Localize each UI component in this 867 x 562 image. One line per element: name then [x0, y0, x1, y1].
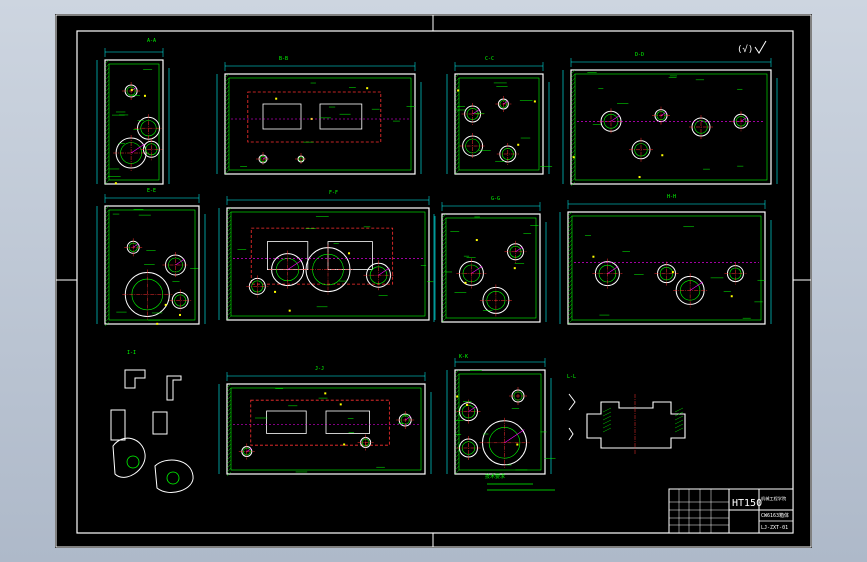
view-label: D-D — [635, 52, 644, 58]
detail-b — [166, 375, 182, 401]
marker — [343, 443, 346, 446]
view-label: A-A — [147, 38, 156, 44]
drawing-number-text: LJ-ZXT-01 — [761, 525, 788, 531]
roughness-text: (√) — [737, 44, 753, 55]
section-view-2 — [216, 62, 422, 175]
leader-line — [287, 259, 303, 270]
marker — [348, 252, 351, 255]
marker — [143, 94, 146, 97]
section-view-9 — [218, 372, 432, 477]
part-outline — [104, 59, 164, 185]
tech-note-label: 技术要求 — [485, 473, 505, 480]
marker — [275, 97, 278, 100]
drawing-canvas[interactable]: A-A B-B C-C D-D E-E F-F G-G H-H I-I J-J K-K L-L 技术要… — [55, 14, 812, 548]
section-view-5 — [96, 194, 206, 327]
detail-g — [568, 393, 576, 411]
detail-a — [124, 369, 146, 389]
marker — [130, 88, 133, 91]
drawing-sheet[interactable]: A-A B-B C-C D-D E-E F-F G-G H-H I-I J-J K-K L-L 技术要… — [55, 14, 812, 548]
marker — [513, 267, 516, 270]
marker — [475, 239, 478, 242]
view-label: K-K — [459, 354, 468, 360]
part-name-text: CW6163箱体 — [761, 512, 789, 519]
marker — [339, 403, 342, 406]
marker — [671, 271, 674, 274]
view-label: H-H — [667, 194, 676, 200]
marker — [661, 154, 664, 157]
marker — [730, 295, 733, 298]
view-label: L-L — [567, 374, 576, 380]
detail-sketches — [110, 369, 194, 493]
marker — [464, 281, 467, 284]
section-view-8 — [559, 200, 772, 325]
school-text: 机械工程学院 — [761, 495, 787, 502]
detail-d — [152, 411, 168, 435]
marker — [592, 255, 595, 258]
hidden-cavity — [247, 91, 382, 143]
roughness-symbol: (√) — [737, 40, 767, 55]
section-view-10 — [446, 358, 556, 475]
section-view-4 — [562, 58, 778, 187]
drawing-views: A-A B-B C-C D-D E-E F-F G-G H-H I-I J-J K-K L-L — [96, 38, 778, 493]
section-view-6 — [218, 196, 436, 321]
detail-sketches-right — [568, 393, 686, 454]
leader-line — [504, 429, 525, 444]
technical-notes: 技术要求 — [485, 473, 555, 491]
title-block: HT150 机械工程学院 CW6163箱体 LJ-ZXT-01 — [668, 488, 794, 534]
detail-f — [154, 459, 194, 493]
section-view-1 — [96, 48, 170, 185]
section-view-7 — [433, 202, 547, 323]
marker — [456, 395, 459, 398]
marker — [274, 290, 277, 293]
part-outline — [441, 213, 541, 323]
marker — [288, 309, 291, 312]
section-view-3 — [446, 62, 553, 175]
view-label: F-F — [329, 190, 338, 196]
cad-viewport[interactable]: A-A B-B C-C D-D E-E F-F G-G H-H I-I J-J K-K L-L 技术要… — [0, 0, 867, 562]
marker — [533, 100, 536, 103]
marker — [517, 143, 520, 146]
view-label: G-G — [491, 196, 500, 202]
view-label: B-B — [279, 56, 288, 62]
marker — [572, 156, 575, 159]
detail-c — [110, 409, 126, 441]
marker — [164, 303, 167, 306]
marker — [465, 403, 468, 406]
detail-bracket — [586, 401, 686, 449]
view-label: I-I — [127, 350, 136, 356]
roughness-check-icon — [754, 40, 767, 54]
view-label: C-C — [485, 56, 494, 62]
marker — [179, 313, 182, 316]
marker — [114, 182, 117, 185]
marker — [457, 89, 460, 92]
marker — [516, 443, 519, 446]
material-text: HT150 — [732, 498, 762, 509]
marker — [156, 322, 159, 325]
detail-h — [568, 427, 574, 441]
view-label: E-E — [147, 188, 156, 194]
view-label: J-J — [315, 366, 324, 372]
marker — [366, 87, 369, 90]
part-outline — [454, 73, 544, 175]
marker — [324, 392, 327, 395]
marker — [638, 176, 641, 179]
